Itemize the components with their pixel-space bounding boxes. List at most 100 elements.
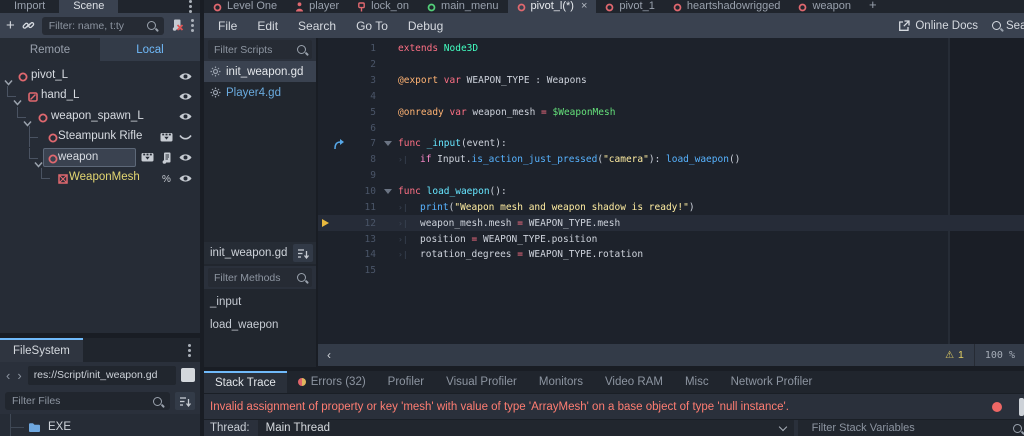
scene-tree-menu-icon[interactable] bbox=[191, 24, 194, 27]
search-icon bbox=[297, 273, 306, 282]
warning-count-badge[interactable]: ⚠ 1 bbox=[945, 349, 964, 361]
code-line-6[interactable]: 6 bbox=[318, 120, 1024, 136]
detach-script-icon[interactable] bbox=[171, 19, 184, 32]
tab-filesystem[interactable]: FileSystem bbox=[0, 338, 83, 362]
tree-node-steampunk-rifle[interactable]: Steampunk Rifle bbox=[0, 126, 200, 148]
code-line-10[interactable]: 10 func load_waepon(): bbox=[318, 184, 1024, 200]
debugger-tab-stack-trace[interactable]: Stack Trace bbox=[204, 371, 287, 393]
instantiate-scene-icon[interactable] bbox=[22, 19, 35, 32]
line-number: 9 bbox=[370, 170, 376, 182]
tree-node-hand-l[interactable]: hand_L bbox=[0, 86, 200, 107]
scene-tab-lock-on[interactable]: lock_on bbox=[348, 0, 418, 13]
thread-select[interactable]: Main Thread bbox=[257, 419, 794, 436]
scene-tab-level-one[interactable]: Level One bbox=[204, 0, 286, 13]
current-path-field[interactable] bbox=[27, 365, 176, 385]
menu-edit[interactable]: Edit bbox=[247, 19, 288, 33]
hscroll-left-icon[interactable]: ‹ bbox=[327, 348, 331, 362]
panel-edge-handle[interactable] bbox=[1019, 398, 1024, 416]
code-line-15[interactable]: 15 bbox=[318, 263, 1024, 279]
debugger-tab-video-ram[interactable]: Video RAM bbox=[594, 371, 674, 393]
menu-file[interactable]: File bbox=[208, 19, 247, 33]
debugger-tab-profiler[interactable]: Profiler bbox=[377, 371, 435, 393]
debugger-tab-visual-profiler[interactable]: Visual Profiler bbox=[435, 371, 528, 393]
code-line-8[interactable]: 8 ›| if Input.is_action_just_pressed("came… bbox=[318, 152, 1024, 168]
code-line-11[interactable]: 11 ›| print("Weapon mesh and weapon shadow… bbox=[318, 199, 1024, 215]
filesystem-menu-icon[interactable] bbox=[188, 348, 191, 352]
code-line-2[interactable]: 2 bbox=[318, 57, 1024, 73]
filesystem-tab-strip: FileSystem bbox=[0, 338, 200, 362]
script-icon[interactable] bbox=[159, 152, 174, 164]
fold-gutter[interactable] bbox=[384, 141, 398, 147]
visibility-eye-icon[interactable] bbox=[178, 152, 193, 164]
online-docs-button[interactable]: Online Docs bbox=[898, 20, 978, 32]
tree-node-weapon[interactable]: weapon bbox=[0, 147, 200, 168]
search-help-button[interactable]: Search Help bbox=[992, 20, 1024, 32]
script-item-player4-gd[interactable]: Player4.gd bbox=[204, 82, 316, 103]
code-line-4[interactable]: 4 bbox=[318, 89, 1024, 105]
method-item-load-waepon[interactable]: load_waepon bbox=[204, 315, 316, 335]
filter-stack-variables-input[interactable] bbox=[797, 419, 1024, 436]
tab-import[interactable]: Import bbox=[0, 0, 59, 13]
visibility-eye-icon[interactable] bbox=[178, 111, 193, 123]
menu-search[interactable]: Search bbox=[288, 19, 346, 33]
filesystem-folder-exe[interactable]: EXE bbox=[0, 418, 200, 436]
code-text: extends Node3D bbox=[398, 43, 478, 54]
visibility-eye-icon[interactable] bbox=[178, 90, 193, 102]
token: weapon_mesh bbox=[466, 106, 542, 118]
code-area[interactable]: 1 extends Node3D 2 3 @export var WEAPON_TYPE… bbox=[318, 38, 1024, 344]
scene-tab-pivot-1[interactable]: pivot_1 bbox=[596, 0, 663, 13]
debugger-tab-monitors[interactable]: Monitors bbox=[528, 371, 594, 393]
debugger-tab-misc[interactable]: Misc bbox=[674, 371, 720, 393]
menu-go-to[interactable]: Go To bbox=[346, 19, 398, 33]
visibility-eye-icon[interactable] bbox=[178, 70, 193, 82]
unique-name-icon[interactable]: % bbox=[159, 172, 174, 184]
tree-node-pivot-l[interactable]: pivot_L bbox=[0, 66, 200, 86]
method-item-input[interactable]: _input bbox=[204, 292, 316, 312]
code-line-9[interactable]: 9 bbox=[318, 168, 1024, 184]
scene-tab-player[interactable]: player bbox=[286, 0, 348, 13]
code-line-13[interactable]: 13 ›| position = WEAPON_TYPE.position bbox=[318, 231, 1024, 247]
scene-tab-weapon[interactable]: weapon bbox=[789, 0, 860, 13]
instanced-scene-icon[interactable] bbox=[140, 152, 155, 164]
breakpoint-gutter[interactable] bbox=[318, 219, 332, 228]
code-line-12[interactable]: 12 ›| weapon_mesh.mesh = WEAPON_TYPE.mesh bbox=[318, 215, 1024, 232]
dock-menu-icon[interactable] bbox=[189, 5, 192, 8]
close-tab-icon[interactable]: × bbox=[581, 0, 587, 12]
scene-tab-heartshadowrigged[interactable]: heartshadowrigged bbox=[664, 0, 790, 13]
code-line-5[interactable]: 5 @onready var weapon_mesh = $WeaponMesh bbox=[318, 104, 1024, 120]
new-scene-tab-button[interactable]: + bbox=[860, 0, 886, 13]
tree-node-weaponmesh[interactable]: WeaponMesh% bbox=[0, 168, 200, 188]
add-node-button[interactable]: + bbox=[6, 18, 15, 33]
history-forward-icon[interactable]: › bbox=[16, 369, 22, 382]
tab-marker: ›| bbox=[398, 234, 408, 244]
code-line-7[interactable]: 7 func _input(event): bbox=[318, 136, 1024, 152]
tree-node-weapon-spawn-l[interactable]: weapon_spawn_L bbox=[0, 106, 200, 127]
code-line-1[interactable]: 1 extends Node3D bbox=[318, 41, 1024, 57]
file-sort-button[interactable] bbox=[175, 392, 195, 410]
tab-local[interactable]: Local bbox=[100, 38, 200, 61]
scene-tab-label: weapon bbox=[812, 0, 851, 12]
history-back-icon[interactable]: ‹ bbox=[5, 369, 11, 382]
filter-files-input[interactable] bbox=[5, 392, 170, 410]
line-number: 13 bbox=[364, 233, 376, 245]
scene-filter-input[interactable] bbox=[41, 16, 164, 35]
visibility-eye-closed-icon[interactable] bbox=[178, 131, 193, 143]
code-line-3[interactable]: 3 @export var WEAPON_TYPE : Weapons bbox=[318, 73, 1024, 89]
method-sort-button[interactable] bbox=[293, 244, 313, 262]
script-item-init-weapon-gd[interactable]: init_weapon.gd bbox=[204, 61, 316, 82]
error-row[interactable]: Invalid assignment of property or key 'm… bbox=[204, 393, 1024, 419]
tab-scene[interactable]: Scene bbox=[59, 0, 119, 13]
tab-remote[interactable]: Remote bbox=[0, 38, 100, 61]
toggle-split-mode-button[interactable] bbox=[181, 368, 195, 382]
menu-debug[interactable]: Debug bbox=[398, 19, 453, 33]
code-line-14[interactable]: 14 ›| rotation_degrees = WEAPON_TYPE.rotat… bbox=[318, 247, 1024, 263]
token: _input bbox=[426, 138, 461, 150]
visibility-eye-icon[interactable] bbox=[178, 172, 193, 184]
fold-gutter[interactable] bbox=[384, 189, 398, 195]
instanced-scene-icon[interactable] bbox=[159, 131, 174, 143]
debugger-tab-network-profiler[interactable]: Network Profiler bbox=[720, 371, 824, 393]
scene-tab-main-menu[interactable]: main_menu bbox=[418, 0, 507, 13]
debugger-tab-errors-32[interactable]: Errors (32) bbox=[287, 371, 377, 393]
scene-tab-pivot-l[interactable]: pivot_l(*) × bbox=[507, 0, 597, 13]
zoom-level[interactable]: 100 % bbox=[985, 350, 1015, 361]
